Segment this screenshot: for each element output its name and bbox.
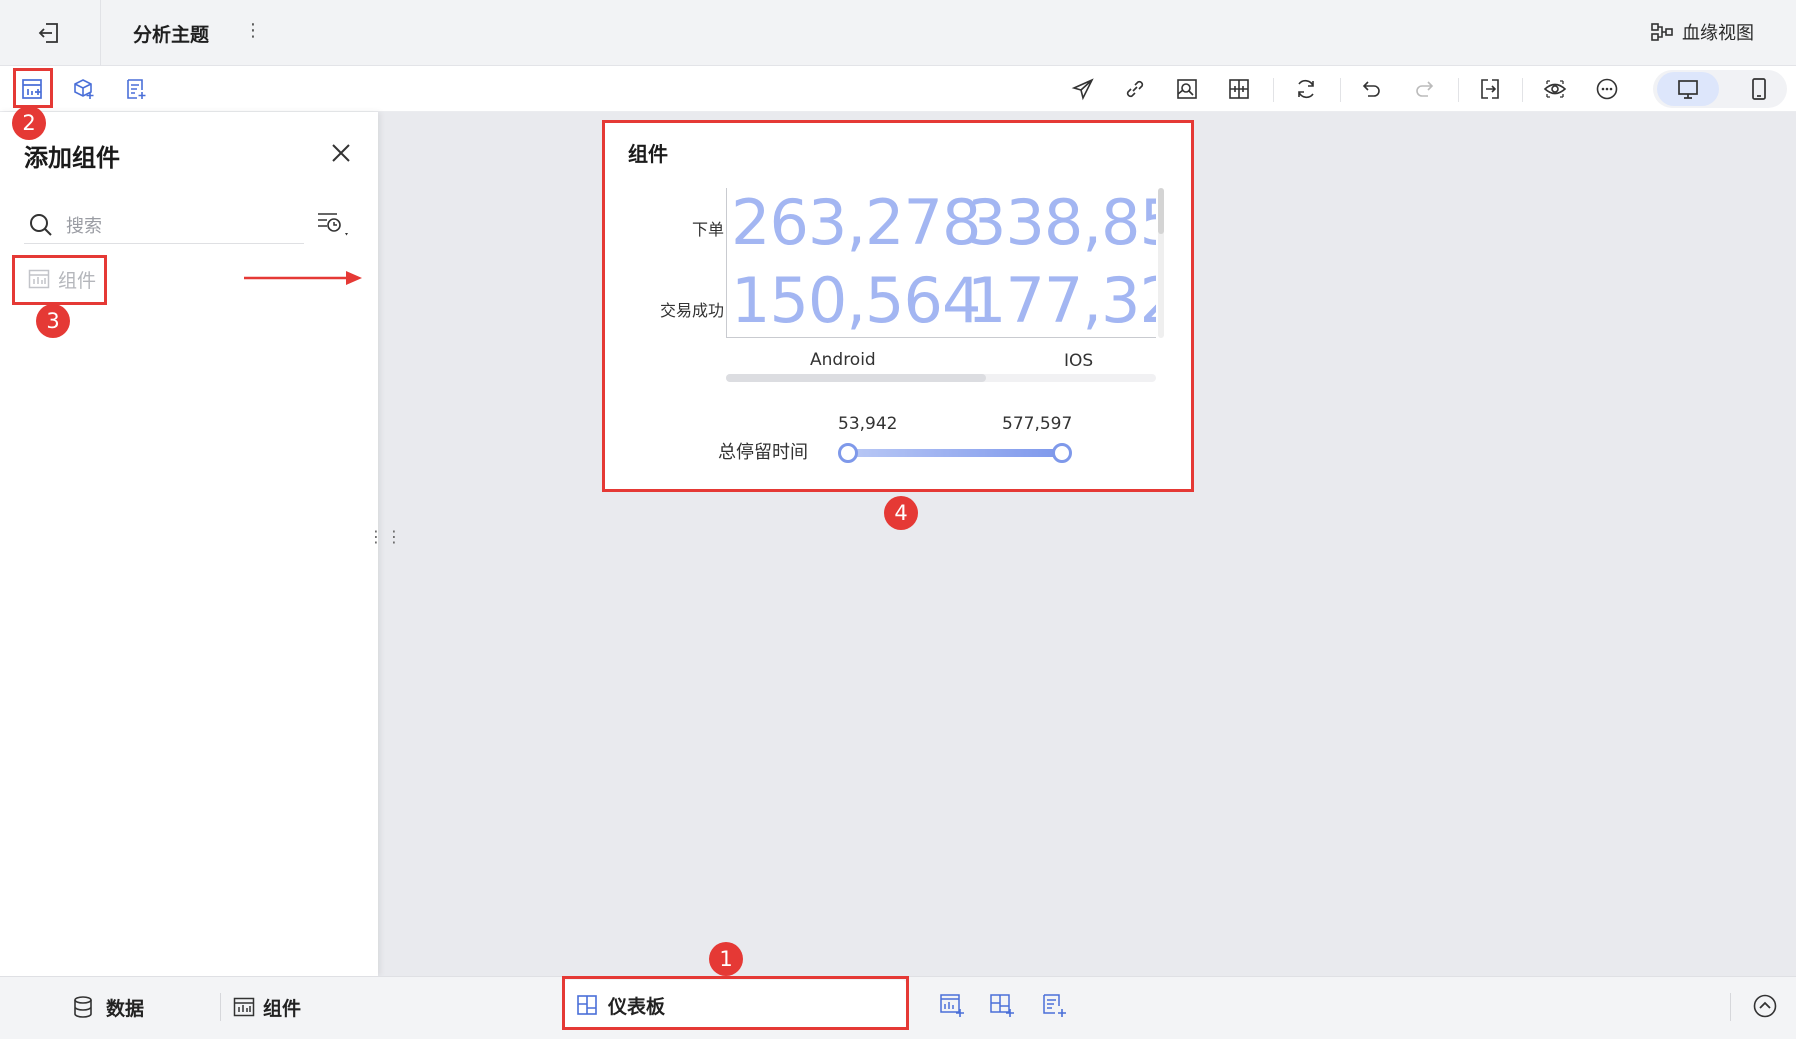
- lineage-view-label: 血缘视图: [1682, 23, 1754, 44]
- panel-title: 添加组件: [24, 144, 120, 172]
- collapse-bar-button[interactable]: [1752, 993, 1780, 1021]
- component-tab-label: 组件: [263, 997, 302, 1020]
- mobile-view-button[interactable]: [1735, 72, 1783, 106]
- component-tab[interactable]: 组件: [233, 991, 301, 1023]
- history-filter-icon: [318, 213, 348, 236]
- close-panel-button[interactable]: [328, 140, 354, 166]
- report-add-icon: [1043, 994, 1066, 1017]
- layout-button[interactable]: [1225, 75, 1253, 103]
- divider: [1730, 993, 1731, 1021]
- title-bar: 分析主题 ⋮ 血缘视图: [0, 0, 1796, 66]
- image-search-icon: [1177, 79, 1197, 99]
- annotation-box: [562, 976, 909, 1030]
- toolbar: [0, 66, 1796, 112]
- search-icon: [30, 214, 52, 236]
- add-report-button[interactable]: [122, 75, 150, 103]
- chevron-up-circle-icon: [1753, 994, 1777, 1018]
- search-box[interactable]: 搜索: [24, 202, 304, 244]
- more-options-button[interactable]: [1593, 75, 1621, 103]
- panel-resize-handle[interactable]: ⋮⋮: [368, 529, 404, 545]
- annotation-box: [12, 255, 107, 305]
- export-icon: [1481, 79, 1499, 99]
- lineage-view-button[interactable]: 血缘视图: [1650, 19, 1754, 45]
- add-report-page-button[interactable]: [1040, 991, 1068, 1021]
- search-placeholder: 搜索: [66, 216, 102, 237]
- eye-icon: [1543, 80, 1567, 98]
- annotation-box: [13, 68, 53, 108]
- annotation-badge: 1: [709, 942, 743, 976]
- annotation-box: [602, 120, 1194, 492]
- preview-button[interactable]: [1541, 75, 1569, 103]
- desktop-icon: [1678, 80, 1698, 99]
- add-chart-page-button[interactable]: [938, 991, 966, 1021]
- export-button[interactable]: [1476, 75, 1504, 103]
- data-tab-label: 数据: [106, 997, 145, 1020]
- annotation-badge: 3: [36, 304, 70, 338]
- report-add-icon: [127, 79, 146, 99]
- undo-button[interactable]: [1358, 75, 1386, 103]
- page-title: 分析主题: [133, 24, 210, 46]
- close-icon: [332, 144, 350, 162]
- add-component-panel: 添加组件 搜索 组件 ⋮⋮: [0, 112, 402, 976]
- annotation-arrow: [244, 271, 362, 285]
- refresh-icon: [1298, 79, 1314, 99]
- image-search-button[interactable]: [1173, 75, 1201, 103]
- desktop-view-button[interactable]: [1657, 72, 1719, 106]
- annotation-badge: 4: [884, 496, 918, 530]
- add-model-button[interactable]: [70, 75, 98, 103]
- annotation-badge: 2: [12, 106, 46, 140]
- publish-button[interactable]: [1069, 75, 1097, 103]
- mobile-icon: [1752, 78, 1766, 100]
- dashboard-add-icon: [990, 994, 1014, 1017]
- redo-icon: [1416, 81, 1434, 97]
- history-filter-button[interactable]: [315, 206, 351, 240]
- bar-chart-icon: [233, 997, 255, 1017]
- redo-button[interactable]: [1410, 75, 1438, 103]
- exit-button[interactable]: [36, 20, 64, 46]
- add-dashboard-page-button[interactable]: [988, 991, 1016, 1021]
- more-horizontal-icon: [1596, 78, 1618, 100]
- lineage-icon: [1651, 23, 1673, 41]
- more-menu-button[interactable]: ⋮: [244, 20, 262, 42]
- undo-icon: [1362, 81, 1380, 97]
- exit-icon: [38, 23, 58, 43]
- cube-add-icon: [74, 79, 94, 99]
- link-button[interactable]: [1121, 75, 1149, 103]
- database-icon: [74, 996, 92, 1018]
- data-tab[interactable]: 数据: [72, 991, 144, 1023]
- refresh-button[interactable]: [1292, 75, 1320, 103]
- chart-add-icon: [940, 994, 964, 1017]
- layout-icon: [1229, 79, 1249, 99]
- send-icon: [1071, 78, 1094, 101]
- link-icon: [1126, 80, 1144, 98]
